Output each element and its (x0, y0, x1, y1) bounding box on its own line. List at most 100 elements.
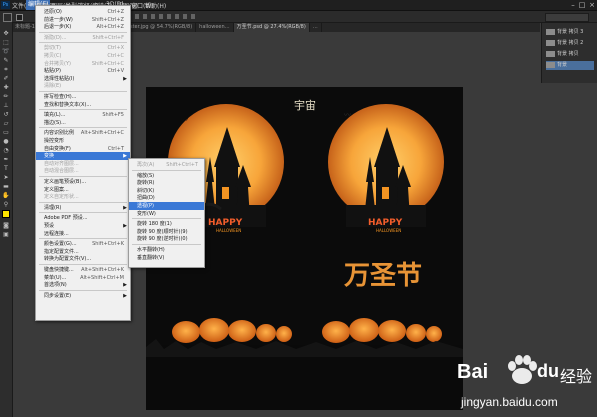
hand-tool-icon[interactable]: ✋ (2, 192, 10, 199)
menu-item[interactable]: 清除(E) (36, 82, 130, 90)
menu-item-shortcut: Alt+Ctrl+Z (96, 24, 124, 31)
close-button[interactable]: × (588, 1, 596, 9)
minimize-button[interactable]: – (569, 1, 577, 9)
menubar-item[interactable]: 帮助(H) (145, 1, 166, 10)
menu-item-label: 垂直翻转(V) (137, 254, 165, 261)
poster-top-text: 宇宙 (294, 98, 316, 112)
menu-item[interactable]: 同步设置(E) ▶ (36, 292, 130, 300)
menu-item-shortcut: Shift+Ctrl+F (92, 34, 124, 41)
menu-separator (39, 176, 127, 177)
layer-label: 背景 拷贝 3 (557, 29, 584, 35)
type-tool-icon[interactable]: T (2, 165, 10, 172)
menu-item-label: 变形(W) (137, 210, 156, 217)
menu-item[interactable]: 描边(S)... (36, 119, 130, 127)
menu-item-label: 再次(A) (137, 162, 155, 168)
crop-tool-icon[interactable]: ⌗ (2, 66, 10, 73)
baidu-brand-text: Bai (457, 361, 489, 383)
menu-item-label: 旋转 90 度(逆时针)(0) (137, 236, 188, 243)
menu-item[interactable]: 定义自定形状... (36, 193, 130, 201)
brush-tool-icon[interactable]: ✏ (2, 93, 10, 100)
document-tab[interactable]: 万圣节.psd @ 27.4%(RGB/8) (233, 23, 310, 32)
menu-item[interactable]: 旋转 90 度(逆时针)(0) (129, 235, 204, 243)
menu-item-label: 首选项(N) (44, 282, 67, 289)
castle-window-left (222, 187, 229, 199)
jingyan-text: 经验 (560, 367, 593, 386)
shape-tool-icon[interactable]: ▬ (2, 183, 10, 190)
submenu-arrow-icon: ▶ (123, 292, 127, 299)
layer-row[interactable]: 背景 拷贝 (546, 50, 594, 59)
auto-select-checkbox[interactable] (16, 14, 23, 21)
layer-row[interactable]: 背景 拷贝 2 (546, 39, 594, 48)
move-tool-icon[interactable] (3, 13, 12, 22)
zoom-tool-icon[interactable]: ⚲ (2, 201, 10, 208)
castle-window-right (382, 187, 389, 199)
quick-select-tool-icon[interactable]: ✎ (2, 57, 10, 64)
lasso-tool-icon[interactable]: ➰ (2, 48, 10, 55)
path-select-tool-icon[interactable]: ➤ (2, 174, 10, 181)
transform-submenu: 再次(A) Shift+Ctrl+T 缩放(S) 旋转(R) 斜切(K) 扭曲(D) 透视(… (128, 158, 205, 268)
menu-separator (39, 289, 127, 291)
eyedropper-tool-icon[interactable]: ✐ (2, 75, 10, 82)
layer-row[interactable]: 背景 (546, 61, 594, 70)
maximize-button[interactable]: □ (578, 1, 586, 9)
layer-row[interactable]: 背景 拷贝 3 (546, 28, 594, 37)
menu-item-label: 描边(S)... (44, 119, 66, 126)
menu-item[interactable]: 自动混合图层... (36, 167, 130, 175)
baidu-brand-text-2: du (537, 361, 559, 381)
marquee-tool-icon[interactable]: ⬚ (2, 39, 10, 46)
paw-logo (508, 355, 537, 384)
menu-item[interactable]: 清理(R) ▶ (36, 204, 130, 212)
menu-separator (39, 109, 127, 111)
menu-item[interactable]: 查找和替换文本(X)... (36, 101, 130, 109)
ps-logo: Ps (1, 1, 10, 9)
halloween-small-right: HALLOWEEN (376, 228, 401, 233)
layer-label: 背景 拷贝 2 (557, 40, 584, 46)
menu-item-label: 转换为配置文件(V)... (44, 256, 92, 263)
menu-separator (39, 42, 127, 44)
submenu-arrow-icon: ▶ (123, 282, 127, 289)
menu-item[interactable]: 变形(W) (129, 210, 204, 218)
essentials-dropdown[interactable] (545, 13, 589, 22)
document-tab[interactable]: … (310, 23, 322, 32)
healing-brush-tool-icon[interactable]: ✚ (2, 84, 10, 91)
clone-stamp-tool-icon[interactable]: ⊥ (2, 102, 10, 109)
menu-item[interactable]: 远程连接... (36, 230, 130, 238)
history-brush-tool-icon[interactable]: ↺ (2, 111, 10, 118)
align-icons[interactable] (135, 14, 195, 19)
menu-item-label: 查找和替换文本(X)... (44, 101, 92, 108)
halloween-small-left: HALLOWEEN (216, 228, 241, 233)
layer-thumbnail (546, 50, 555, 57)
menu-item[interactable]: 首选项(N) ▶ (36, 281, 130, 289)
menu-separator (132, 244, 201, 245)
menu-item[interactable]: 后退一步(K) Alt+Ctrl+Z (36, 23, 130, 31)
screen-mode-icon[interactable]: ▣ (2, 231, 10, 238)
menu-separator (132, 218, 201, 220)
menu-item[interactable]: 转换为配置文件(V)... (36, 255, 130, 263)
menu-item[interactable]: 垂直翻转(V) (129, 254, 204, 262)
menu-separator (39, 264, 127, 265)
layer-thumbnail (546, 61, 555, 68)
menu-item[interactable]: 渐隐(D)... Shift+Ctrl+F (36, 34, 130, 42)
dodge-tool-icon[interactable]: ◔ (2, 147, 10, 154)
layer-label: 背景 (557, 62, 568, 68)
svg-text:〰: 〰 (181, 116, 188, 124)
layer-thumbnail (546, 28, 555, 35)
quick-mask-icon[interactable]: ◙ (2, 222, 10, 229)
pen-tool-icon[interactable]: ✒ (2, 156, 10, 163)
jingyan-url: jingyan.baidu.com (461, 395, 558, 409)
document-tab[interactable]: halloween… (196, 23, 234, 32)
eraser-tool-icon[interactable]: ▱ (2, 120, 10, 127)
layers-panel: 背景 拷贝 3 背景 拷贝 2 背景 拷贝背景 (541, 23, 597, 83)
happy-text-left: HAPPY (208, 218, 243, 228)
menu-separator (39, 212, 127, 214)
blur-tool-icon[interactable]: ● (2, 138, 10, 145)
menu-item-label: 自动混合图层... (44, 168, 79, 175)
menu-item[interactable]: 再次(A) Shift+Ctrl+T (129, 161, 204, 169)
gradient-tool-icon[interactable]: ▭ (2, 129, 10, 136)
baidu-jingyan-watermark: Bai du 经验 jingyan.baidu.com (455, 353, 595, 415)
foreground-color-swatch[interactable] (2, 210, 10, 218)
menu-item-shortcut: Shift+Ctrl+T (166, 162, 198, 168)
menu-item-label: 清除(E) (44, 83, 62, 90)
menu-item-label: 同步设置(E) (44, 292, 72, 299)
move-tool-icon[interactable]: ✥ (2, 30, 10, 37)
